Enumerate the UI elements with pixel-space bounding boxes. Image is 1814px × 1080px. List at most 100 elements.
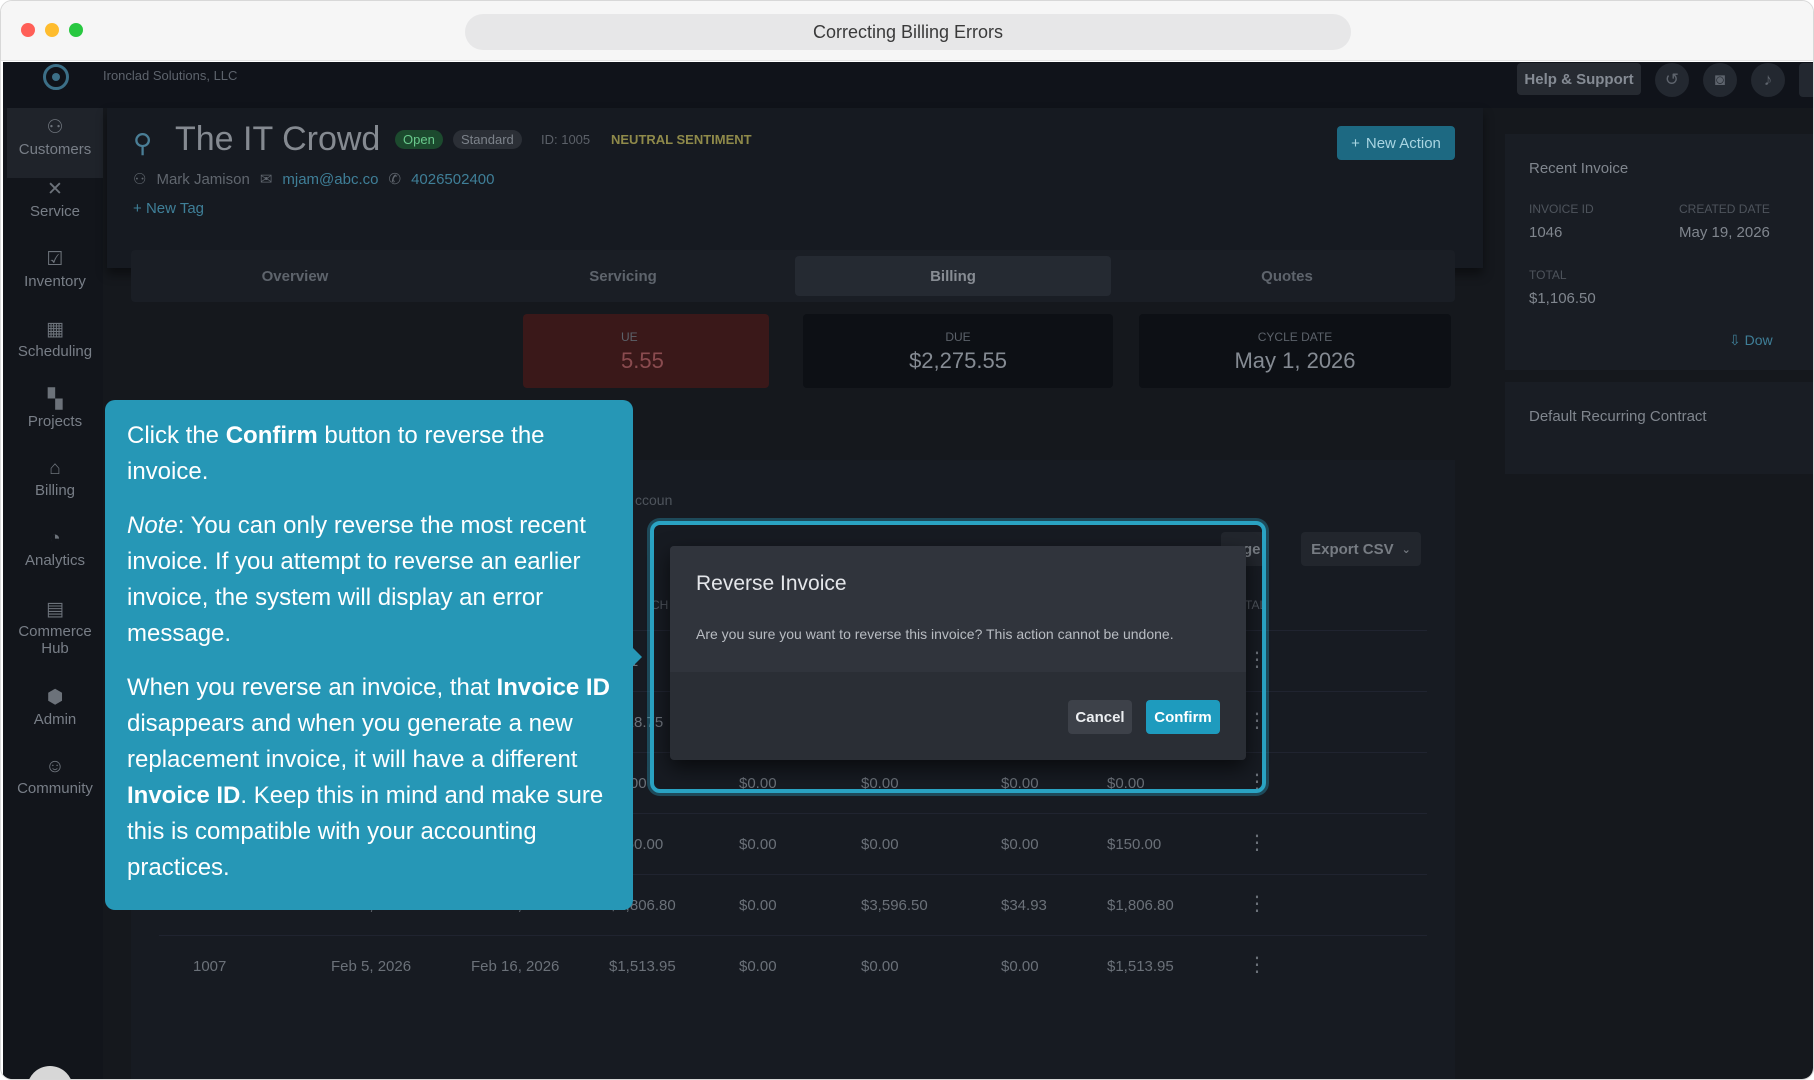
dialog-header: Reverse Invoice Are you sure you want to… [670, 546, 1246, 672]
minimize-window-button[interactable] [45, 23, 59, 37]
address-bar[interactable]: Correcting Billing Errors [465, 14, 1351, 50]
company-name: Ironclad Solutions, LLC [103, 68, 238, 83]
sidebar-item-admin[interactable]: ⬢ Admin [7, 686, 103, 728]
total-value: $1,106.50 [1529, 290, 1596, 307]
tooltip-text: disappears and when you generate a new r… [127, 710, 578, 773]
new-action-button[interactable]: + New Action [1337, 126, 1455, 160]
export-csv-button[interactable]: Export CSV ⌄ [1301, 532, 1421, 566]
tooltip-text: : You can only reverse the most recent i… [127, 512, 586, 647]
contract-title: Default Recurring Contract [1529, 408, 1707, 425]
cell-c1: $1,513.95 [609, 958, 676, 975]
tier-badge: Standard [453, 130, 522, 149]
app-container: Ironclad Solutions, LLC Help & Support ↺… [3, 62, 1813, 1079]
cell-id: 1007 [193, 958, 227, 975]
bank-icon: ⌂ [49, 458, 61, 479]
calendar-icon: ▦ [46, 319, 64, 340]
download-label: Dow [1744, 332, 1773, 348]
cell-c3: $3,596.50 [861, 897, 928, 914]
new-action-label: New Action [1365, 134, 1441, 152]
cell-total: $150.00 [1107, 836, 1162, 853]
invoice-id-value: 1046 [1529, 224, 1563, 241]
customer-profile-icon: ⚲ [133, 128, 153, 158]
sidebar-item-analytics[interactable]: ◔ Analytics [7, 528, 103, 569]
browser-window: Correcting Billing Errors Ironclad Solut… [0, 0, 1814, 1080]
stat-label: DUE [945, 330, 971, 344]
sidebar-item-label: Service [29, 203, 81, 220]
browser-titlebar: Correcting Billing Errors [1, 1, 1813, 61]
sidebar-item-community[interactable]: ☺ Community [7, 756, 103, 797]
sidebar-item-inventory[interactable]: ☑ Inventory [7, 248, 103, 290]
clipboard-icon: ☑ [46, 249, 64, 270]
row-menu-icon[interactable]: ⋮ [1247, 830, 1267, 855]
table-row[interactable]: 1007 Feb 5, 2026 Feb 16, 2026 $1,513.95 $0.0… [159, 935, 1427, 996]
sidebar-item-label: Projects [27, 413, 83, 430]
export-csv-label: Export CSV [1311, 540, 1394, 558]
sidebar-item-label: Inventory [24, 273, 86, 290]
tooltip-paragraph: When you reverse an invoice, that Invoic… [127, 670, 611, 886]
cell-c4: $0.00 [1001, 836, 1039, 853]
tab-overview[interactable]: Overview [137, 256, 453, 296]
new-tag-button[interactable]: + New Tag [133, 200, 204, 217]
grid-icon[interactable] [1799, 63, 1813, 97]
recent-invoice-title: Recent Invoice [1529, 160, 1629, 177]
sidebar-item-scheduling[interactable]: ▦ Scheduling [7, 318, 103, 360]
sidebar-item-billing[interactable]: ⌂ Billing [7, 458, 103, 499]
stat-value: 5.55 [621, 348, 664, 373]
bell-icon[interactable]: ♪ [1751, 63, 1785, 97]
maximize-window-button[interactable] [69, 23, 83, 37]
sidebar-item-service[interactable]: ✕ Service [7, 178, 103, 220]
cell-total: $1,806.80 [1107, 897, 1174, 914]
tab-servicing[interactable]: Servicing [465, 256, 781, 296]
tab-billing[interactable]: Billing [795, 256, 1111, 296]
dialog-title: Reverse Invoice [696, 572, 847, 595]
cell-c2: $0.00 [739, 897, 777, 914]
tab-quotes[interactable]: Quotes [1129, 256, 1445, 296]
sidebar-item-label: Admin [33, 711, 77, 728]
close-window-button[interactable] [21, 23, 35, 37]
sidebar-item-label: Billing [34, 482, 76, 499]
download-link[interactable]: ⇩ Dow [1729, 332, 1773, 349]
customer-id: ID: 1005 [541, 132, 591, 147]
camera-icon[interactable]: ◙ [1703, 63, 1737, 97]
tooltip-emphasis: Confirm [225, 422, 318, 449]
confirm-button[interactable]: Confirm [1146, 700, 1220, 734]
sidebar-item-projects[interactable]: ▚ Projects [7, 388, 103, 430]
history-icon[interactable]: ↺ [1655, 63, 1689, 97]
sidebar-item-customers[interactable]: ⚇ Customers [7, 108, 103, 178]
past-due-stat: UE 5.55 [523, 314, 769, 388]
plus-icon: + [1351, 134, 1360, 152]
cell-c2: $0.00 [739, 836, 777, 853]
contact-row: ⚇ Mark Jamison ✉ mjam@abc.co ✆ 402650240… [133, 170, 495, 189]
cancel-button[interactable]: Cancel [1068, 700, 1132, 734]
cell-c2: $0.00 [739, 958, 777, 975]
community-icon: ☺ [45, 756, 65, 777]
projects-icon: ▚ [47, 389, 63, 410]
customer-tabs: Overview Servicing Billing Quotes [131, 250, 1455, 302]
sidebar-item-label: Analytics [24, 552, 86, 569]
reverse-invoice-dialog: Reverse Invoice Are you sure you want to… [670, 546, 1246, 760]
contact-email-link[interactable]: mjam@abc.co [282, 171, 378, 188]
stat-label: UE [621, 330, 638, 344]
new-tag-label: New Tag [145, 200, 205, 217]
tooltip-emphasis: Invoice ID [127, 782, 241, 809]
stat-value: May 1, 2026 [1234, 348, 1356, 373]
help-support-button[interactable]: Help & Support [1517, 63, 1641, 95]
sidebar-item-label: Commerce Hub [18, 623, 92, 657]
phone-icon: ✆ [388, 171, 402, 188]
status-badge: Open [395, 130, 443, 149]
store-icon: ▤ [46, 599, 64, 620]
recent-invoice-card: Recent Invoice INVOICE ID 1046 CREATED D… [1505, 134, 1813, 370]
row-menu-icon[interactable]: ⋮ [1247, 891, 1267, 916]
customers-icon: ⚇ [46, 117, 64, 138]
app-logo-icon[interactable] [43, 64, 69, 90]
sidebar-item-commerce-hub[interactable]: ▤ Commerce Hub [7, 598, 103, 657]
pie-chart-icon: ◔ [49, 528, 61, 549]
contact-phone-link[interactable]: 4026502400 [411, 171, 494, 188]
invoice-id-label: INVOICE ID [1529, 202, 1594, 216]
row-menu-icon[interactable]: ⋮ [1247, 952, 1267, 977]
cell-c4: $0.00 [1001, 958, 1039, 975]
person-icon: ⚇ [133, 171, 147, 188]
cell-c4: $34.93 [1001, 897, 1047, 914]
tooltip-note: Note [127, 512, 178, 539]
tools-icon: ✕ [47, 179, 63, 200]
